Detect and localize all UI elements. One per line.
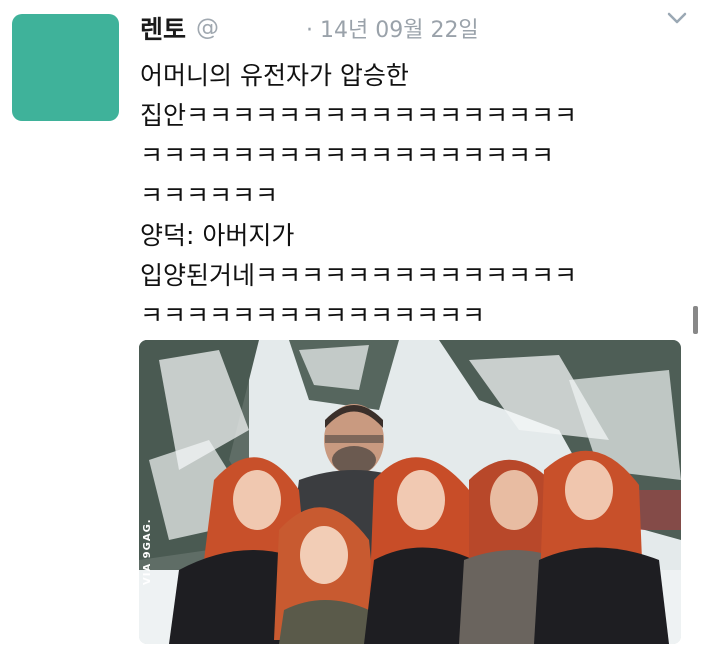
photo-watermark: VIA 9GAG. — [142, 518, 153, 585]
display-name[interactable]: 렌토 — [140, 10, 186, 46]
tweet-timestamp[interactable]: · 14년 09월 22일 — [306, 12, 479, 44]
chevron-down-icon[interactable] — [665, 8, 689, 28]
tweet-header: 렌토 @ · 14년 09월 22일 — [140, 10, 690, 46]
family-photo-illustration — [139, 340, 681, 644]
tweet-text: 어머니의 유전자가 압승한 집안ㅋㅋㅋㅋㅋㅋㅋㅋㅋㅋㅋㅋㅋㅋㅋㅋㅋ ㅋㅋㅋㅋㅋㅋ… — [140, 56, 685, 336]
tweet-text-line: 집안ㅋㅋㅋㅋㅋㅋㅋㅋㅋㅋㅋㅋㅋㅋㅋㅋㅋ — [140, 101, 578, 130]
tweet-card: 렌토 @ · 14년 09월 22일 어머니의 유전자가 압승한 집안ㅋㅋㅋㅋㅋ… — [0, 0, 707, 654]
tweet-text-line: ㅋㅋㅋㅋㅋㅋ — [140, 181, 279, 210]
tweet-text-line: ㅋㅋㅋㅋㅋㅋㅋㅋㅋㅋㅋㅋㅋㅋㅋ — [140, 301, 486, 330]
avatar[interactable] — [12, 14, 119, 121]
tweet-text-line: 입양된거네ㅋㅋㅋㅋㅋㅋㅋㅋㅋㅋㅋㅋㅋㅋ — [140, 261, 578, 290]
scrollbar-thumb[interactable] — [693, 306, 698, 334]
tweet-text-line: ㅋㅋㅋㅋㅋㅋㅋㅋㅋㅋㅋㅋㅋㅋㅋㅋㅋㅋ — [140, 141, 555, 170]
user-handle[interactable]: @ — [196, 15, 219, 41]
tweet-text-line: 어머니의 유전자가 압승한 — [140, 61, 409, 90]
tweet-photo[interactable] — [139, 340, 681, 644]
tweet-text-line: 양덕: 아버지가 — [140, 221, 295, 250]
